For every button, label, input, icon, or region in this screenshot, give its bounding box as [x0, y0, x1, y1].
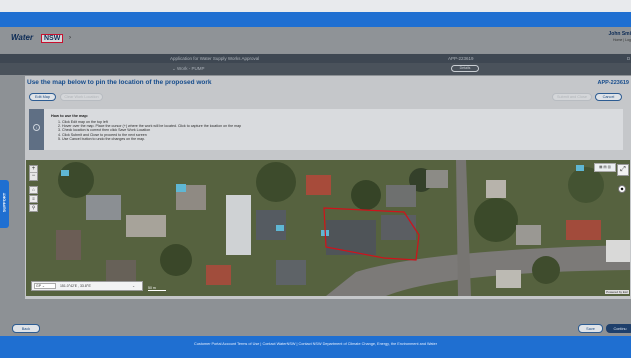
- map-instructions: i How to use the map: 1. Click Edit map …: [29, 109, 623, 150]
- instructions-list: 1. Click Edit map on the top left 2. Hov…: [58, 120, 241, 141]
- support-label: SUPPORT: [1, 192, 7, 213]
- zoom-out-button[interactable]: −: [30, 173, 37, 180]
- map-panel: Use the map below to pin the location of…: [25, 76, 631, 299]
- browser-top-strip: [0, 0, 631, 12]
- user-menu[interactable]: John Smi Home | Log: [571, 31, 631, 42]
- instruction-step: 5. Use Cancel button to undo the changes…: [58, 136, 146, 141]
- cancel-button[interactable]: Cancel: [595, 93, 622, 101]
- site-header: Water NSW › John Smi Home | Log: [0, 27, 631, 53]
- coord-system-value: GP: [36, 284, 41, 288]
- user-links[interactable]: Home | Log: [571, 38, 631, 42]
- footer-links[interactable]: Customer Portal Account Terms of Use | C…: [0, 342, 631, 346]
- continue-button[interactable]: Continu: [606, 324, 631, 333]
- zoom-control: + −: [29, 165, 38, 181]
- chevron-right-icon: ›: [69, 35, 71, 41]
- basemap-toolbar[interactable]: ▦ ▤ ▥: [594, 163, 616, 172]
- application-bar: Application for Water Supply Works Appro…: [0, 54, 631, 63]
- work-dropdown[interactable]: ⌄ Work - PUMP: [172, 66, 204, 72]
- satellite-map[interactable]: + − ⌂ ≡ ⚲ ▦ ▤ ▥ ⤢ ◆ GP ⌄ 151.0°42'E , 33…: [26, 160, 630, 296]
- panel-app-id: APP-223619: [597, 80, 630, 86]
- home-icon[interactable]: ⌂: [29, 186, 38, 194]
- back-button[interactable]: Back: [12, 324, 40, 333]
- application-title: Application for Water Supply Works Appro…: [170, 56, 260, 61]
- search-icon[interactable]: ⚲: [29, 204, 38, 212]
- application-bar-right: D: [627, 56, 631, 61]
- details-button[interactable]: Details: [451, 65, 479, 72]
- compass-icon[interactable]: ◆: [618, 185, 626, 193]
- wizard-navigation: Back Save Continu: [0, 299, 631, 333]
- user-name: John Smi: [608, 31, 631, 37]
- work-label: Work - PUMP: [177, 66, 205, 71]
- clear-work-location-button[interactable]: Clear Work Location: [60, 93, 103, 101]
- support-tab[interactable]: SUPPORT: [0, 180, 9, 228]
- coord-system-select[interactable]: GP ⌄: [34, 283, 56, 289]
- instructions-heading: How to use the map:: [51, 114, 89, 118]
- edit-map-button[interactable]: Edit Map: [29, 93, 56, 101]
- logo-nsw-text: NSW: [41, 34, 64, 43]
- scale-bar: 50 m: [148, 286, 166, 291]
- layers-icon[interactable]: ≡: [29, 195, 38, 203]
- map-attribution[interactable]: Powered by Esri: [605, 290, 629, 294]
- zoom-in-button[interactable]: +: [30, 166, 37, 173]
- info-icon: i: [33, 124, 40, 131]
- chevron-down-icon[interactable]: ⌄: [132, 282, 135, 290]
- coordinate-widget[interactable]: GP ⌄ 151.0°42'E , 33.8°S' ⌄: [31, 281, 143, 291]
- submit-close-button[interactable]: Submit and Close: [552, 93, 592, 101]
- fullscreen-icon[interactable]: ⤢: [617, 164, 629, 176]
- map-imagery: [26, 160, 630, 296]
- site-footer: Customer Portal Account Terms of Use | C…: [0, 336, 631, 358]
- logo-water-text: Water: [11, 33, 34, 42]
- waternsw-logo[interactable]: Water NSW ›: [11, 31, 81, 51]
- work-sub-bar: ⌄ Work - PUMP Details: [0, 63, 631, 75]
- info-sidebar: i: [29, 109, 44, 150]
- coordinate-readout: 151.0°42'E , 33.8°S': [59, 284, 92, 288]
- application-id: APP-223619: [448, 56, 474, 61]
- top-brand-bar: [0, 12, 631, 27]
- panel-title: Use the map below to pin the location of…: [27, 79, 212, 86]
- map-tools: ⌂ ≡ ⚲: [29, 186, 38, 213]
- save-button[interactable]: Save: [578, 324, 603, 333]
